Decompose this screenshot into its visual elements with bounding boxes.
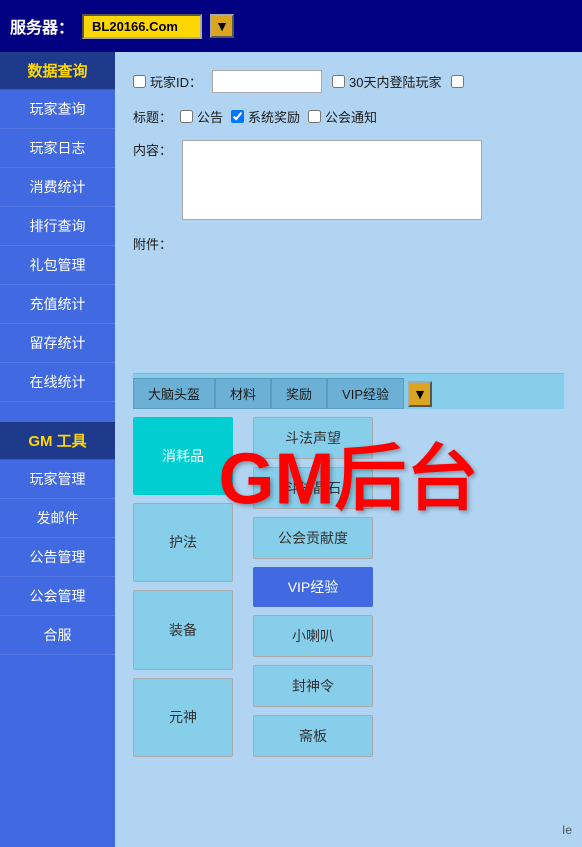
content-textarea[interactable] [182,140,482,220]
tab-brain-helmet[interactable]: 大脑头盔 [133,378,215,409]
sidebar-item-rank-query[interactable]: 排行查询 [0,207,115,246]
sidebar-item-player-management[interactable]: 玩家管理 [0,460,115,499]
btn-fengshen-order[interactable]: 封神令 [253,665,373,707]
top-bar: 服务器： ▼ [0,0,582,52]
btn-equipment[interactable]: 装备 [133,590,233,670]
sidebar-section-data-query: 数据查询 [0,52,115,90]
sidebar-item-consume-stats[interactable]: 消费统计 [0,168,115,207]
thirty-day-label: 30天内登陆玩家 [349,72,441,91]
extra-checkbox-wrap[interactable] [451,75,464,88]
system-reward-checkbox[interactable] [231,110,244,123]
content-row: 内容： [133,140,564,220]
attachment-label: 附件： [133,234,172,253]
server-input[interactable] [82,14,202,39]
title-label: 标题： [133,107,172,126]
player-id-input[interactable] [212,70,322,93]
bottom-ie-text: Ie [562,823,572,837]
system-reward-label: 系统奖励 [248,107,300,126]
player-id-row: 玩家ID： 30天内登陆玩家 [133,70,564,93]
btn-doufa-crystal[interactable]: 斗法晶石 [253,467,373,509]
sidebar-item-player-query[interactable]: 玩家查询 [0,90,115,129]
player-id-checkbox[interactable] [133,75,146,88]
btn-guild-contribution[interactable]: 公会贡献度 [253,517,373,559]
thirty-day-checkbox[interactable] [332,75,345,88]
thirty-day-checkbox-wrap[interactable]: 30天内登陆玩家 [332,72,441,91]
announcement-checkbox-wrap[interactable]: 公告 [180,107,223,126]
guild-notice-checkbox-wrap[interactable]: 公会通知 [308,107,377,126]
server-label: 服务器： [10,14,74,38]
guild-notice-label: 公会通知 [325,107,377,126]
sidebar-item-online-stats[interactable]: 在线统计 [0,363,115,402]
player-id-checkbox-wrap[interactable]: 玩家ID： [133,72,202,91]
tab-vip-exp[interactable]: VIP经验 [327,378,404,409]
btn-zhai-ban[interactable]: 斋板 [253,715,373,757]
sidebar-item-guild-management[interactable]: 公会管理 [0,577,115,616]
sidebar-item-recharge-stats[interactable]: 充值统计 [0,285,115,324]
sidebar-item-announcement-management[interactable]: 公告管理 [0,538,115,577]
btn-vip-exp[interactable]: VIP经验 [253,567,373,607]
sidebar-item-gift-management[interactable]: 礼包管理 [0,246,115,285]
right-button-grid: 斗法声望 斗法晶石 公会贡献度 VIP经验 小喇叭 封神令 斋板 [253,417,373,757]
btn-consumable[interactable]: 消耗品 [133,417,233,495]
announcement-checkbox[interactable] [180,110,193,123]
extra-checkbox[interactable] [451,75,464,88]
left-button-grid: 消耗品 护法 装备 元神 [133,417,233,757]
player-id-label: 玩家ID： [150,72,202,91]
sidebar-section-gm-tools: GM 工具 [0,422,115,460]
btn-yuanshen[interactable]: 元神 [133,678,233,758]
sidebar-item-merge-server[interactable]: 合服 [0,616,115,655]
button-grids: 消耗品 护法 装备 元神 斗法声望 斗法晶石 公会贡献度 VIP经验 小喇叭 封… [133,417,564,757]
sidebar-item-player-log[interactable]: 玩家日志 [0,129,115,168]
content-area: 玩家ID： 30天内登陆玩家 标题： 公告 系统奖励 [115,52,582,847]
btn-loudspeaker[interactable]: 小喇叭 [253,615,373,657]
title-row: 标题： 公告 系统奖励 公会通知 [133,107,564,126]
tabs-bar: 大脑头盔 材料 奖励 VIP经验 ▼ [133,373,564,409]
tab-material[interactable]: 材料 [215,378,271,409]
sidebar-item-retention-stats[interactable]: 留存统计 [0,324,115,363]
server-dropdown-button[interactable]: ▼ [210,14,234,38]
tab-dropdown-icon: ▼ [413,386,427,402]
sidebar-item-send-mail[interactable]: 发邮件 [0,499,115,538]
sidebar: 数据查询 玩家查询 玩家日志 消费统计 排行查询 礼包管理 充值统计 留存统计 … [0,52,115,847]
dropdown-icon: ▼ [215,18,229,34]
attachment-row: 附件： [133,234,564,253]
tab-dropdown-button[interactable]: ▼ [408,381,432,407]
btn-doufa-prestige[interactable]: 斗法声望 [253,417,373,459]
tab-reward[interactable]: 奖励 [271,378,327,409]
system-reward-checkbox-wrap[interactable]: 系统奖励 [231,107,300,126]
main-layout: 数据查询 玩家查询 玩家日志 消费统计 排行查询 礼包管理 充值统计 留存统计 … [0,52,582,847]
announcement-label: 公告 [197,107,223,126]
btn-guardian[interactable]: 护法 [133,503,233,583]
guild-notice-checkbox[interactable] [308,110,321,123]
content-label: 内容： [133,140,172,159]
